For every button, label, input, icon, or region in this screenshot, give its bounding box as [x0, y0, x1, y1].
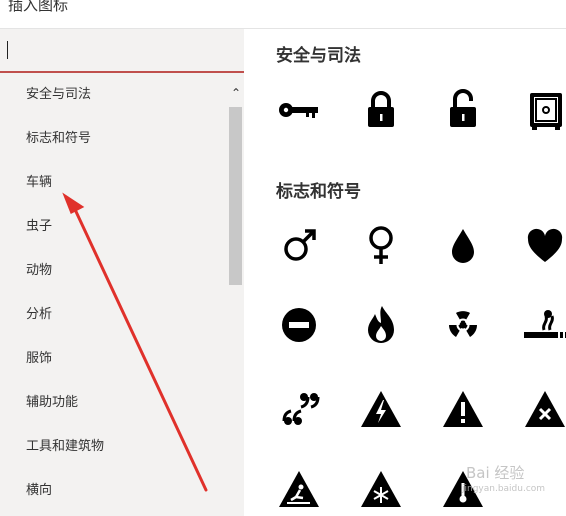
- key-icon[interactable]: [276, 87, 322, 133]
- watermark-text: Bai 经验: [466, 464, 525, 482]
- category-accessibility[interactable]: 辅助功能: [0, 381, 228, 425]
- category-analytics[interactable]: 分析: [0, 293, 228, 337]
- category-list: 安全与司法 标志和符号 车辆 虫子 动物 分析 服饰 辅助功能 工具和建筑物 横…: [0, 73, 228, 513]
- slippery-warning-icon[interactable]: [276, 467, 322, 513]
- smoking-icon[interactable]: [522, 302, 566, 348]
- x-warning-icon[interactable]: [522, 387, 566, 433]
- female-icon[interactable]: [358, 222, 404, 268]
- window-title: 插入图标: [8, 0, 69, 14]
- category-vehicles[interactable]: 车辆: [0, 161, 228, 205]
- search-box[interactable]: [0, 29, 244, 73]
- watermark-sub-text: jingyan.baidu.com: [462, 484, 546, 494]
- male-icon[interactable]: [276, 222, 322, 268]
- category-insects[interactable]: 虫子: [0, 205, 228, 249]
- title-bar: 插入图标: [0, 0, 566, 29]
- fire-icon[interactable]: [358, 302, 404, 348]
- section-title-signs: 标志和符号: [276, 182, 361, 202]
- icon-gallery: 安全与司法 标志和符号: [244, 29, 566, 516]
- drop-icon[interactable]: [440, 222, 486, 268]
- quote-icon[interactable]: [276, 387, 322, 433]
- safe-icon[interactable]: [522, 87, 566, 133]
- high-voltage-icon[interactable]: [358, 387, 404, 433]
- scroll-up-chevron-icon[interactable]: ⌃: [228, 85, 244, 101]
- category-animals[interactable]: 动物: [0, 249, 228, 293]
- category-panel: 安全与司法 标志和符号 车辆 虫子 动物 分析 服饰 辅助功能 工具和建筑物 横…: [0, 29, 244, 516]
- category-tools-buildings[interactable]: 工具和建筑物: [0, 425, 228, 469]
- category-landscape[interactable]: 横向: [0, 469, 228, 513]
- heart-icon[interactable]: [522, 222, 566, 268]
- category-apparel[interactable]: 服饰: [0, 337, 228, 381]
- scrollbar-thumb[interactable]: [229, 107, 242, 285]
- category-signs-symbols[interactable]: 标志和符号: [0, 117, 228, 161]
- category-safety-justice[interactable]: 安全与司法: [0, 73, 228, 117]
- search-input[interactable]: [6, 37, 240, 65]
- text-caret: [7, 41, 8, 59]
- radiation-icon[interactable]: [440, 302, 486, 348]
- no-entry-icon[interactable]: [276, 302, 322, 348]
- exclamation-warning-icon[interactable]: [440, 387, 486, 433]
- lock-icon[interactable]: [358, 87, 404, 133]
- unlock-icon[interactable]: [440, 87, 486, 133]
- section-title-safety: 安全与司法: [276, 46, 361, 66]
- snowflake-warning-icon[interactable]: [358, 467, 404, 513]
